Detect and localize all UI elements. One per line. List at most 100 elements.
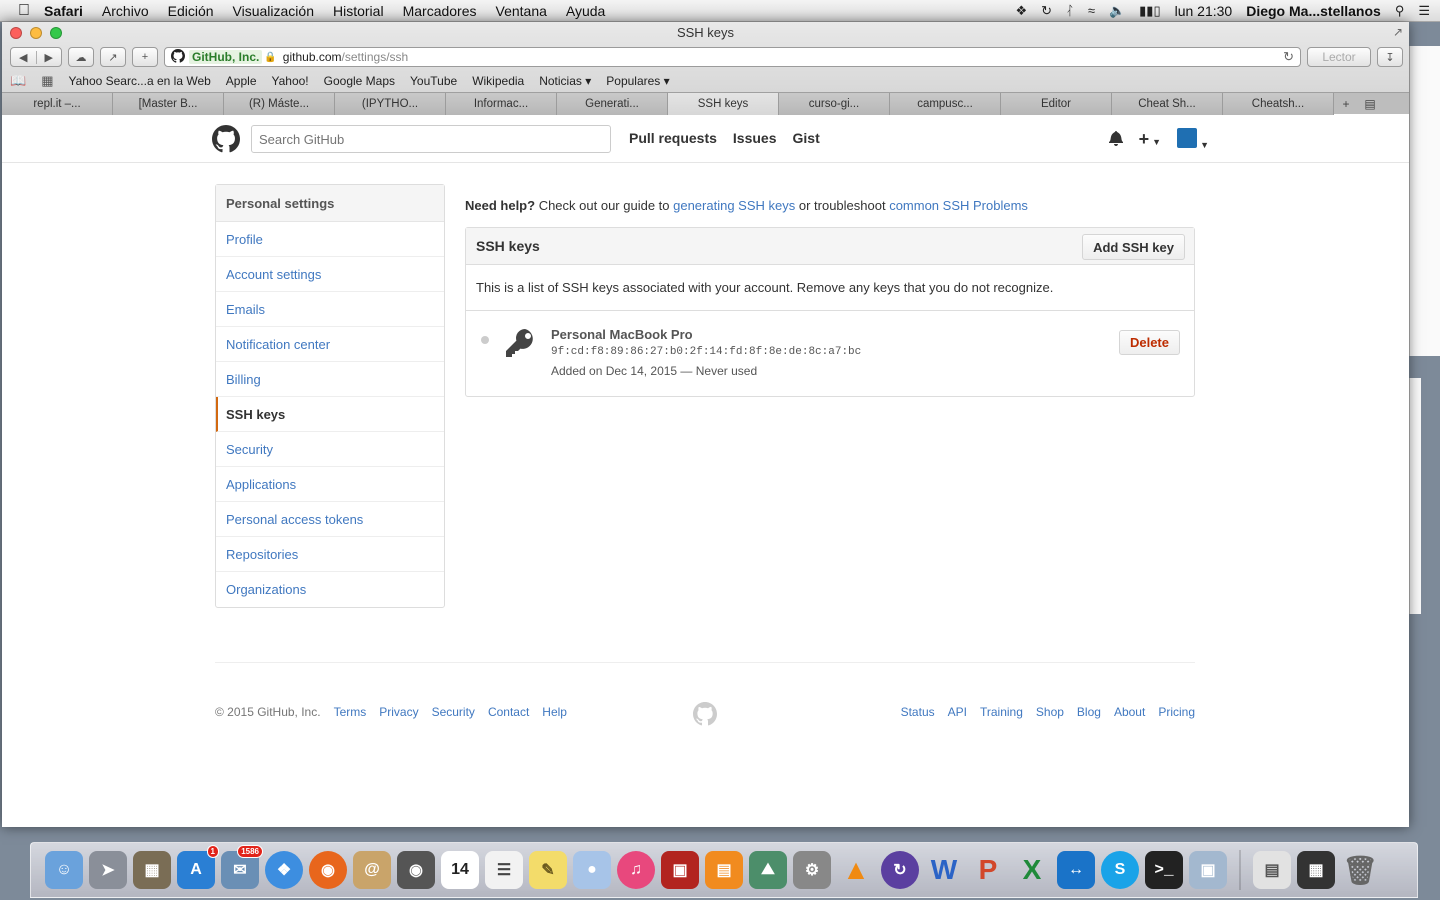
nav-pull-requests[interactable]: Pull requests (629, 130, 717, 146)
create-new-dropdown[interactable]: + ▼ (1139, 129, 1161, 150)
mail-icon[interactable]: ✉ 1586 (221, 845, 263, 889)
finder-icon[interactable]: ☺ (45, 851, 83, 889)
apple-menu-icon[interactable]:  (18, 2, 30, 20)
menu-archivo[interactable]: Archivo (102, 3, 149, 19)
footer-link-pricing[interactable]: Pricing (1158, 705, 1195, 719)
trash-icon[interactable]: 🗑 (1341, 851, 1379, 889)
safari-icon[interactable]: ❖ (265, 851, 303, 889)
sidebar-item-emails[interactable]: Emails (216, 292, 444, 327)
battery-icon[interactable]: ▮▮▯ (1139, 3, 1160, 19)
skype-icon[interactable]: S (1101, 851, 1139, 889)
photo-booth-icon[interactable]: ▣ (661, 851, 699, 889)
add-ssh-key-button[interactable]: Add SSH key (1082, 234, 1185, 260)
wifi-icon[interactable]: ≈ (1088, 3, 1095, 18)
nav-gist[interactable]: Gist (793, 130, 820, 146)
system-preferences-icon[interactable]: ⚙ (793, 851, 831, 889)
downloads-stack-icon[interactable]: ▦ (1297, 851, 1335, 889)
sidebar-item-personal-access-tokens[interactable]: Personal access tokens (216, 502, 444, 537)
browser-tab[interactable]: Cheat Sh... (1112, 93, 1223, 115)
app-store-icon[interactable]: A1 (177, 845, 219, 889)
bookmark-item[interactable]: Yahoo! (272, 74, 309, 88)
bluetooth-icon[interactable]: ᛮ (1066, 3, 1074, 18)
add-bookmark-button[interactable]: + (132, 47, 158, 67)
icloud-tabs-button[interactable]: ☁ (68, 47, 94, 67)
browser-tab[interactable]: repl.it –... (2, 93, 113, 115)
browser-tab[interactable]: campusc... (890, 93, 1001, 115)
browser-tab[interactable]: curso-gi... (779, 93, 890, 115)
menu-app-name[interactable]: Safari (44, 3, 83, 19)
excel-icon[interactable]: X (1013, 851, 1051, 889)
footer-link-status[interactable]: Status (901, 705, 935, 719)
menu-edicion[interactable]: Edición (168, 3, 214, 19)
menu-historial[interactable]: Historial (333, 3, 384, 19)
contacts-icon[interactable]: @ (353, 851, 391, 889)
sidebar-item-organizations[interactable]: Organizations (216, 572, 444, 607)
bookmark-folder[interactable]: Populares ▾ (606, 74, 669, 88)
fullscreen-icon[interactable]: ↗ (1393, 25, 1403, 39)
sidebar-item-profile[interactable]: Profile (216, 222, 444, 257)
sidebar-item-repositories[interactable]: Repositories (216, 537, 444, 572)
menu-marcadores[interactable]: Marcadores (403, 3, 477, 19)
reader-button[interactable]: Lector (1307, 47, 1371, 67)
vlc-icon[interactable]: ▲ (837, 851, 875, 889)
tab-overview-icon[interactable]: ▤ (1358, 93, 1382, 115)
terminal-icon[interactable]: >_ (1145, 851, 1183, 889)
dropbox-icon[interactable]: ❖ (1015, 3, 1027, 19)
notes-icon[interactable]: ✎ (529, 851, 567, 889)
footer-link-terms[interactable]: Terms (334, 705, 367, 719)
sidebar-item-security[interactable]: Security (216, 432, 444, 467)
menubar-user[interactable]: Diego Ma...stellanos (1246, 3, 1381, 19)
footer-link-privacy[interactable]: Privacy (379, 705, 418, 719)
downloads-button[interactable]: ↧ (1377, 47, 1403, 67)
browser-tab[interactable]: [Master B... (113, 93, 224, 115)
powerpoint-icon[interactable]: P (969, 851, 1007, 889)
bookmark-item[interactable]: YouTube (410, 74, 457, 88)
bookmark-item[interactable]: Apple (226, 74, 257, 88)
itunes-icon[interactable]: ♫ (617, 851, 655, 889)
browser-tab-active[interactable]: SSH keys (668, 93, 779, 115)
word-icon[interactable]: W (925, 851, 963, 889)
github-logo-icon[interactable] (212, 125, 240, 153)
time-machine-icon[interactable]: ↻ (1041, 3, 1052, 19)
notification-center-icon[interactable]: ☰ (1418, 3, 1430, 19)
generating-ssh-keys-link[interactable]: generating SSH keys (673, 198, 795, 213)
launchpad-icon[interactable]: ➤ (89, 851, 127, 889)
bookmark-folder[interactable]: Noticias ▾ (539, 74, 591, 88)
forward-button[interactable]: ▶ (35, 50, 62, 64)
preview-icon[interactable]: ▣ (1189, 851, 1227, 889)
reading-list-icon[interactable]: 📖 (10, 73, 26, 89)
user-menu-dropdown[interactable]: ▼ (1177, 128, 1209, 151)
footer-link-api[interactable]: API (948, 705, 967, 719)
nav-issues[interactable]: Issues (733, 130, 777, 146)
sidebar-item-applications[interactable]: Applications (216, 467, 444, 502)
sidebar-item-billing[interactable]: Billing (216, 362, 444, 397)
new-tab-button[interactable]: + (1334, 93, 1358, 115)
common-ssh-problems-link[interactable]: common SSH Problems (889, 198, 1028, 213)
top-sites-icon[interactable]: ▦ (41, 73, 53, 89)
document-icon[interactable]: ▤ (1253, 851, 1291, 889)
browser-tab[interactable]: Cheatsh... (1223, 93, 1334, 115)
footer-link-training[interactable]: Training (980, 705, 1023, 719)
iphoto-icon[interactable]: ⛰ (749, 851, 787, 889)
reminders-icon[interactable]: ☰ (485, 851, 523, 889)
spotlight-icon[interactable]: ⚲ (1395, 3, 1405, 19)
github-mark-icon[interactable] (693, 702, 717, 726)
menu-visualizacion[interactable]: Visualización (233, 3, 314, 19)
footer-link-help[interactable]: Help (542, 705, 567, 719)
bookmark-item[interactable]: Yahoo Searc...a en la Web (68, 74, 210, 88)
calendar-icon[interactable]: 14 (441, 851, 479, 889)
browser-tab[interactable]: (IPYTHO... (335, 93, 446, 115)
delete-ssh-key-button[interactable]: Delete (1118, 330, 1180, 355)
sidebar-item-account-settings[interactable]: Account settings (216, 257, 444, 292)
footer-link-blog[interactable]: Blog (1077, 705, 1101, 719)
reload-icon[interactable]: ↻ (1283, 49, 1294, 65)
bell-icon[interactable] (1108, 130, 1123, 149)
ev-certificate-badge[interactable]: GitHub, Inc. (189, 50, 263, 64)
bookmark-item[interactable]: Wikipedia (472, 74, 524, 88)
menu-ayuda[interactable]: Ayuda (566, 3, 605, 19)
volume-icon[interactable]: 🔈 (1109, 3, 1125, 19)
browser-tab[interactable]: Generati... (557, 93, 668, 115)
ibooks-icon[interactable]: ▤ (705, 851, 743, 889)
footer-link-about[interactable]: About (1114, 705, 1145, 719)
facetime-icon[interactable]: ◉ (397, 851, 435, 889)
